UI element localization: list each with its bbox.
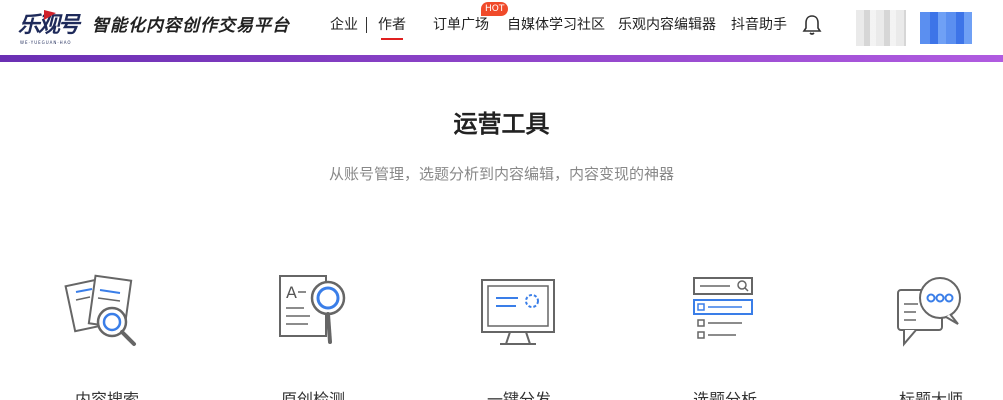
top-header: 乐观号 WE·YUEGUAN·HAO 智能化内容创作交易平台 企业 作者 订单广… (0, 0, 1003, 56)
chat-bubbles-icon (897, 277, 961, 347)
user-menu-button[interactable] (920, 12, 972, 44)
tool-label-1[interactable]: 内容搜索 (47, 388, 167, 400)
monitor-loading-icon (481, 279, 555, 345)
header-accent-bar (0, 55, 1003, 62)
nav-douyin[interactable]: 抖音助手 (731, 14, 787, 36)
site-slogan: 智能化内容创作交易平台 (92, 16, 290, 36)
tool-card-3[interactable] (474, 268, 564, 358)
hot-badge: HOT (481, 2, 509, 16)
nav-active-indicator (381, 38, 403, 40)
nav-author[interactable]: 作者 (378, 14, 406, 36)
documents-search-icon (64, 274, 136, 346)
search-list-icon (693, 277, 753, 339)
nav-enterprise[interactable]: 企业 (330, 14, 358, 36)
tool-label-2[interactable]: 原创检测 (253, 388, 373, 400)
logo-subtext: WE·YUEGUAN·HAO (20, 40, 72, 45)
nav-community[interactable]: 自媒体学习社区 (507, 14, 605, 36)
avatar[interactable] (856, 10, 906, 46)
nav-separator (366, 17, 367, 33)
tool-label-5[interactable]: 标题大师 (871, 388, 991, 400)
tool-card-5[interactable] (886, 268, 976, 358)
tool-card-2[interactable]: A (268, 268, 358, 358)
bell-icon[interactable] (802, 14, 822, 36)
tool-card-4[interactable] (680, 268, 770, 358)
nav-orders[interactable]: 订单广场 (433, 14, 489, 36)
site-logo[interactable]: 乐观号 WE·YUEGUAN·HAO (18, 8, 80, 46)
nav-editor[interactable]: 乐观内容编辑器 (618, 14, 716, 36)
tool-card-1[interactable] (62, 268, 152, 358)
section-subtitle: 从账号管理，选题分析到内容编辑，内容变现的神器 (328, 165, 674, 183)
svg-text:A: A (286, 283, 297, 302)
tool-label-4[interactable]: 选题分析 (665, 388, 785, 400)
section-title: 运营工具 (453, 110, 550, 138)
tool-label-3[interactable]: 一键分发 (459, 388, 579, 400)
text-analysis-icon: A (279, 275, 346, 344)
